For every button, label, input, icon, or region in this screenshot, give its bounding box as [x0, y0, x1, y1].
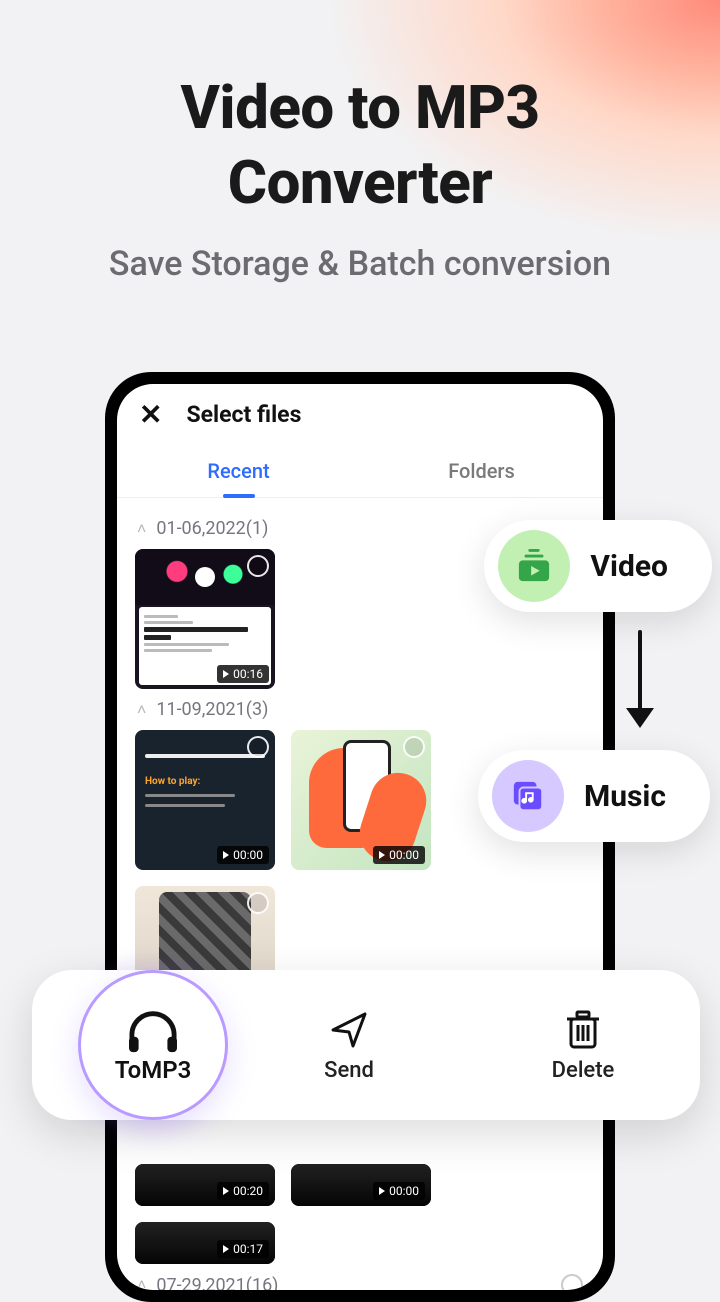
- duration-badge: 00:00: [373, 1182, 425, 1200]
- screen-title: Select files: [186, 401, 301, 428]
- hero-title-line1: Video to MP3: [180, 72, 539, 143]
- headphones-icon: [123, 1006, 183, 1054]
- hero: Video to MP3 Converter Save Storage & Ba…: [0, 0, 720, 284]
- duration-badge: 00:00: [217, 846, 269, 864]
- video-thumb[interactable]: 00:16: [135, 549, 275, 689]
- hero-title: Video to MP3 Converter: [40, 70, 680, 220]
- play-icon: [223, 851, 229, 859]
- pill-music-label: Music: [584, 779, 666, 814]
- tab-folders[interactable]: Folders: [360, 444, 603, 497]
- pill-music: Music: [478, 750, 710, 842]
- pill-video-label: Video: [590, 549, 668, 584]
- group-select-circle[interactable]: [561, 1274, 583, 1290]
- video-thumb[interactable]: 00:00: [291, 730, 431, 870]
- group-label: 07-29,2021(16): [156, 1275, 278, 1291]
- file-list[interactable]: ˄ 01-06,2022(1): [117, 498, 603, 1290]
- duration-badge: 00:17: [217, 1240, 269, 1258]
- group-label: 01-06,2022(1): [156, 518, 268, 539]
- select-circle[interactable]: [247, 555, 269, 577]
- delete-button[interactable]: Delete: [466, 1008, 700, 1083]
- chevron-up-icon: ˄: [137, 700, 146, 720]
- chevron-up-icon: ˄: [137, 519, 146, 539]
- duration: 00:16: [233, 667, 263, 681]
- tomp3-button[interactable]: ToMP3: [78, 970, 228, 1120]
- close-icon[interactable]: ✕: [139, 398, 162, 431]
- play-icon: [223, 670, 229, 678]
- video-icon: [498, 530, 570, 602]
- play-icon: [223, 1245, 229, 1253]
- select-circle[interactable]: [247, 736, 269, 758]
- duration: 00:17: [233, 1242, 263, 1256]
- play-icon: [379, 1187, 385, 1195]
- send-icon: [232, 1008, 466, 1052]
- video-thumb[interactable]: 00:20: [135, 1164, 275, 1206]
- duration-badge: 00:20: [217, 1182, 269, 1200]
- duration-badge: 00:16: [217, 665, 269, 683]
- video-thumb[interactable]: 00:00: [291, 1164, 431, 1206]
- duration-badge: 00:00: [373, 846, 425, 864]
- tomp3-label: ToMP3: [115, 1056, 192, 1084]
- group-header[interactable]: ˄ 07-29,2021(16): [135, 1264, 585, 1290]
- duration: 00:00: [389, 1184, 419, 1198]
- hero-title-line2: Converter: [228, 147, 492, 218]
- select-circle[interactable]: [403, 736, 425, 758]
- group-header[interactable]: ˄ 11-09,2021(3): [135, 689, 585, 730]
- trash-icon: [466, 1008, 700, 1052]
- select-circle[interactable]: [247, 892, 269, 914]
- duration: 00:00: [389, 848, 419, 862]
- group-label: 11-09,2021(3): [156, 699, 268, 720]
- arrow-down-icon: [620, 630, 660, 740]
- titlebar: ✕ Select files: [117, 384, 603, 444]
- send-label: Send: [232, 1058, 466, 1083]
- chevron-up-icon: ˄: [137, 1275, 146, 1290]
- duration: 00:20: [233, 1184, 263, 1198]
- hero-subtitle: Save Storage & Batch conversion: [40, 244, 680, 284]
- tabs: Recent Folders: [117, 444, 603, 498]
- delete-label: Delete: [466, 1058, 700, 1083]
- tab-recent[interactable]: Recent: [117, 444, 360, 497]
- play-icon: [223, 1187, 229, 1195]
- send-button[interactable]: Send: [232, 1008, 466, 1083]
- pill-video: Video: [484, 520, 712, 612]
- video-thumb[interactable]: 00:17: [135, 1222, 275, 1264]
- play-icon: [379, 851, 385, 859]
- music-icon: [492, 760, 564, 832]
- duration: 00:00: [233, 848, 263, 862]
- video-thumb[interactable]: How to play: 00:00: [135, 730, 275, 870]
